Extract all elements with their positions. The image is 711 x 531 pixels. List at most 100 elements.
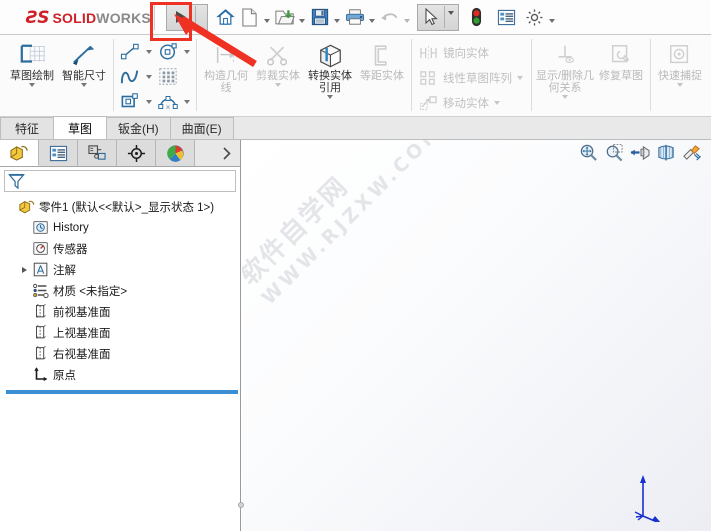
zoom-to-fit-icon[interactable] xyxy=(575,141,601,163)
tree-item-history[interactable]: History xyxy=(4,217,240,238)
move-entities-button: 移动实体 xyxy=(415,90,528,115)
feature-tree: 零件1 (默认<<默认>_显示状态 1>) History 传感器 注解 材质 … xyxy=(0,194,240,394)
rectangle-icon xyxy=(117,90,143,114)
trim-entities-label: 剪裁实体 xyxy=(256,70,300,82)
tree-item-sensors[interactable]: 传感器 xyxy=(4,238,240,259)
zoom-to-area-icon[interactable] xyxy=(601,141,627,163)
plane-icon xyxy=(30,303,51,320)
sensors-icon xyxy=(30,240,51,257)
panel-splitter-handle[interactable] xyxy=(236,483,246,527)
file-properties-icon[interactable] xyxy=(495,4,519,30)
sketch-dropdown-arrow-icon[interactable] xyxy=(29,83,35,87)
rollback-bar[interactable] xyxy=(6,390,238,394)
dimxpert-manager-tab[interactable] xyxy=(117,140,156,166)
feature-manager-tab-filler xyxy=(195,140,212,166)
convert-entities-icon xyxy=(317,40,344,70)
display-delete-relations-icon xyxy=(552,40,578,70)
select-tool-button[interactable] xyxy=(416,3,459,31)
move-entities-label: 移动实体 xyxy=(443,97,489,110)
select-dropdown-arrow-icon[interactable] xyxy=(445,11,458,23)
convert-entities-button[interactable]: 转换实体引用 xyxy=(304,37,356,99)
graphics-area[interactable]: 软件自学网 WWW.RJZXW.COM xyxy=(242,140,711,531)
sketch-ribbon: 草图绘制 智能尺寸 构造几何线 剪裁实体 转换实体引用 等距实体 镜向实体 线性… xyxy=(0,35,711,184)
sketch-pattern-tool[interactable] xyxy=(155,64,181,89)
display-delete-relations-button: 显示/删除几何关系 xyxy=(535,37,595,99)
rectangle-tool[interactable] xyxy=(117,89,143,114)
arc-icon xyxy=(155,90,181,114)
options-dropdown-arrow-icon[interactable] xyxy=(547,4,558,30)
arc-dropdown[interactable] xyxy=(181,89,193,114)
convert-entities-dropdown-arrow-icon[interactable] xyxy=(327,95,333,99)
previous-view-icon[interactable] xyxy=(627,141,653,163)
tab-sheet-metal-label: 钣金(H) xyxy=(118,122,159,136)
save-icon[interactable] xyxy=(308,4,332,30)
tree-expand-arrow-icon[interactable] xyxy=(18,266,30,273)
collapse-ribbon-button[interactable] xyxy=(165,3,208,31)
feature-tree-filter[interactable] xyxy=(4,170,236,192)
line-dropdown[interactable] xyxy=(143,39,155,64)
tree-item-part[interactable]: 零件1 (默认<<默认>_显示状态 1>) xyxy=(4,196,240,217)
print-icon[interactable] xyxy=(343,4,367,30)
tree-item-front-plane[interactable]: 前视基准面 xyxy=(4,301,240,322)
undo-dropdown-arrow-icon xyxy=(402,4,413,30)
mirror-entities-button: 镜向实体 xyxy=(415,40,528,65)
open-document-icon[interactable] xyxy=(273,4,297,30)
collapse-ribbon-arrow-icon xyxy=(167,9,195,25)
solidworks-window: ƧS SOLID WORKS 草图绘制 智能尺寸 构造几何线 剪裁实体 转换实体… xyxy=(0,0,711,531)
tab-features-label: 特征 xyxy=(14,122,39,136)
feature-tree-tab[interactable] xyxy=(0,140,39,166)
display-manager-tab[interactable] xyxy=(156,140,195,166)
tab-sketch[interactable]: 草图 xyxy=(53,116,107,139)
smart-dimension-dropdown-arrow-icon[interactable] xyxy=(81,83,87,87)
rectangle-dropdown[interactable] xyxy=(143,89,155,114)
offset-entities-label: 等距实体 xyxy=(360,70,404,82)
print-dropdown-arrow-icon[interactable] xyxy=(367,4,378,30)
plane-icon-3 xyxy=(30,345,51,362)
logo-solid-text: SOLID xyxy=(52,9,97,26)
plane-icon-2 xyxy=(30,324,51,341)
tree-item-right-plane-label: 右视基准面 xyxy=(53,348,111,361)
save-dropdown-arrow-icon[interactable] xyxy=(332,4,343,30)
tree-item-top-plane[interactable]: 上视基准面 xyxy=(4,322,240,343)
view-orientation-icon[interactable] xyxy=(679,141,705,163)
spline-tool[interactable] xyxy=(117,64,143,89)
annotations-icon xyxy=(30,261,51,278)
smart-dimension-button[interactable]: 智能尺寸 xyxy=(58,37,110,87)
tree-item-origin[interactable]: 原点 xyxy=(4,364,240,385)
tab-surfaces-label: 曲面(E) xyxy=(181,122,222,136)
new-document-dropdown-arrow-icon[interactable] xyxy=(262,4,273,30)
view-toolbar xyxy=(242,140,711,164)
home-icon[interactable] xyxy=(214,4,238,30)
tree-item-right-plane[interactable]: 右视基准面 xyxy=(4,343,240,364)
dimxpert-icon xyxy=(127,144,145,162)
tab-surfaces[interactable]: 曲面(E) xyxy=(169,117,234,139)
feature-manager-tab-bar xyxy=(0,140,240,167)
tree-item-material[interactable]: 材质 <未指定> xyxy=(4,280,240,301)
spline-dropdown[interactable] xyxy=(143,64,155,89)
chevron-right-icon[interactable] xyxy=(212,140,240,166)
repair-sketch-icon xyxy=(608,40,634,70)
open-document-dropdown-arrow-icon[interactable] xyxy=(297,4,308,30)
circle-dropdown[interactable] xyxy=(181,39,193,64)
tab-sheet-metal[interactable]: 钣金(H) xyxy=(106,117,171,139)
line-tool[interactable] xyxy=(117,39,143,64)
ribbon-group-sketch-snaps: 快速捕捉 xyxy=(654,35,706,117)
ribbon-separator-2 xyxy=(196,39,197,111)
rebuild-icon[interactable] xyxy=(465,4,489,30)
circle-tool[interactable] xyxy=(155,39,181,64)
circle-icon xyxy=(155,40,181,64)
new-document-icon[interactable] xyxy=(238,4,262,30)
section-view-icon[interactable] xyxy=(653,141,679,163)
offset-entities-button: 等距实体 xyxy=(356,37,408,82)
configuration-manager-tab[interactable] xyxy=(78,140,117,166)
tab-features[interactable]: 特征 xyxy=(0,117,54,139)
repair-sketch-label: 修复草图 xyxy=(599,70,643,82)
splitter-dot xyxy=(238,502,244,508)
sketch-button[interactable]: 草图绘制 xyxy=(6,37,58,87)
arc-tool[interactable] xyxy=(155,89,181,114)
undo-icon xyxy=(378,4,402,30)
ribbon-separator-3 xyxy=(411,39,412,111)
tree-item-annotations[interactable]: 注解 xyxy=(4,259,240,280)
property-manager-tab[interactable] xyxy=(39,140,78,166)
options-gear-icon[interactable] xyxy=(523,4,547,30)
